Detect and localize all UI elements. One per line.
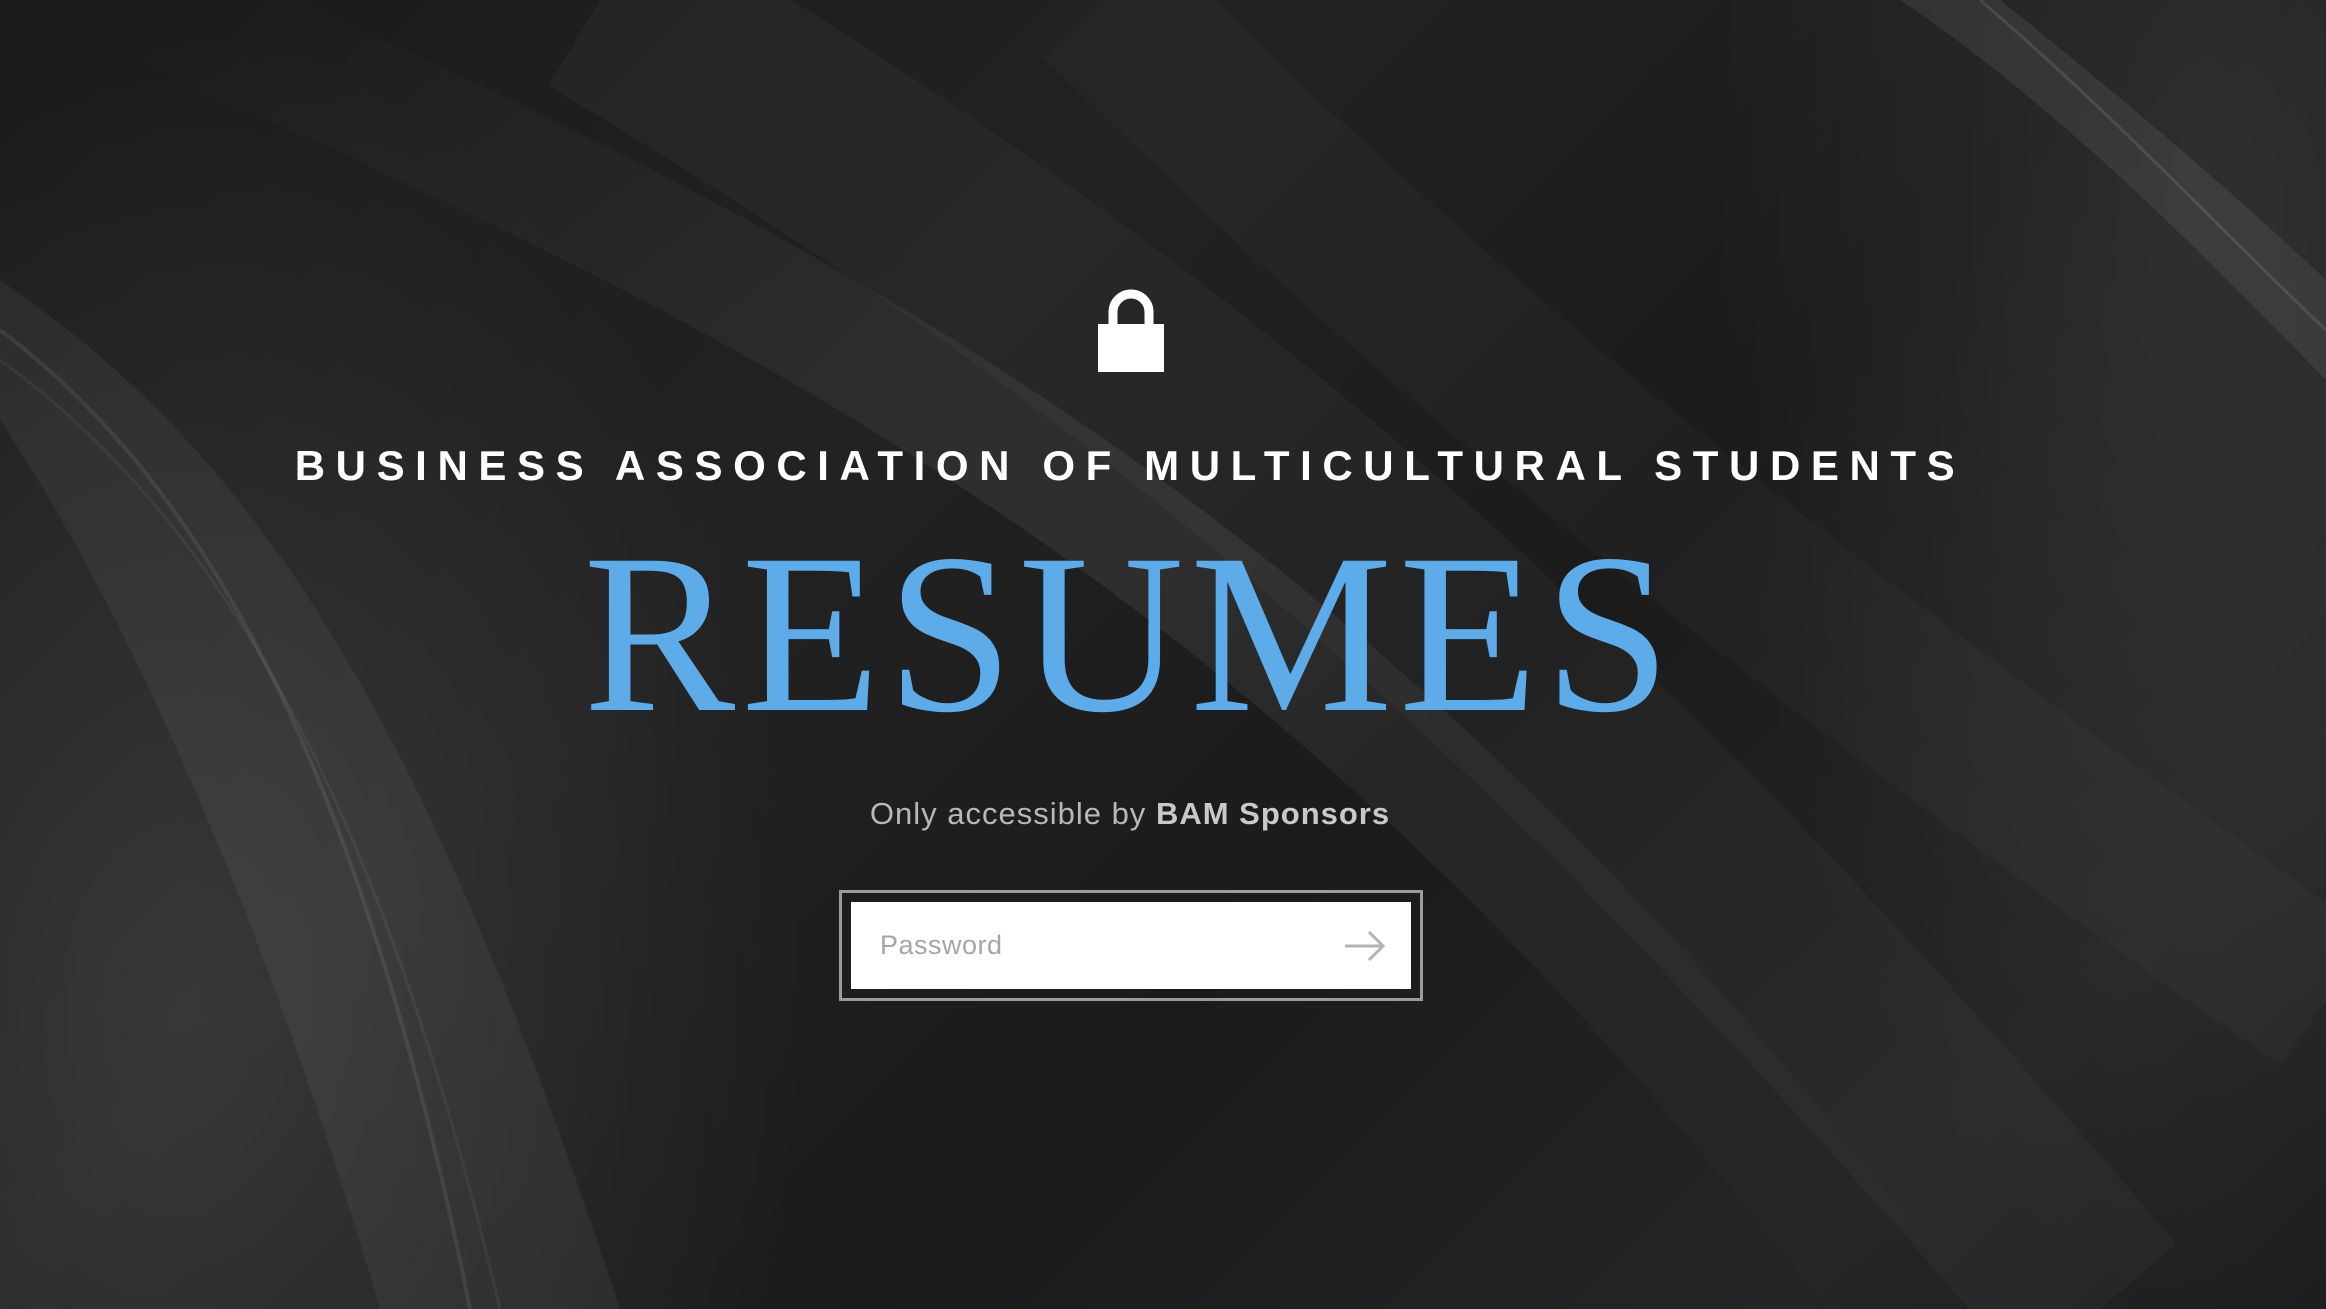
submit-button[interactable] bbox=[1331, 918, 1391, 974]
organization-name: BUSINESS ASSOCIATION OF MULTICULTURAL ST… bbox=[294, 442, 1966, 489]
access-note-audience: BAM Sponsors bbox=[1155, 796, 1391, 831]
access-note-prefix: Only accessible by bbox=[869, 796, 1147, 831]
page-title: RESUMES bbox=[583, 508, 1677, 760]
password-field-container bbox=[851, 902, 1411, 989]
arrow-right-icon bbox=[1345, 930, 1386, 962]
password-gate-page: BUSINESS ASSOCIATION OF MULTICULTURAL ST… bbox=[0, 0, 2326, 1309]
password-form bbox=[839, 890, 1423, 1001]
lock-icon bbox=[1098, 289, 1164, 372]
password-input[interactable] bbox=[851, 902, 1311, 989]
gate-content: BUSINESS ASSOCIATION OF MULTICULTURAL ST… bbox=[0, 0, 2326, 1309]
access-note: Only accessible by BAM Sponsors bbox=[0, 796, 2260, 832]
